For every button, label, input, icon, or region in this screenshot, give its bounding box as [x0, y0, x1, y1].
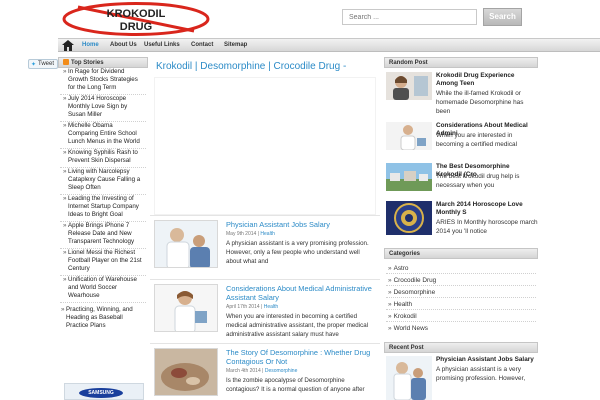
divider: [386, 297, 536, 298]
recent-post-item[interactable]: Physician Assistant Jobs Salary A physic…: [386, 356, 538, 400]
left-sidebar: Top Stories In Rage for Dividend Growth …: [58, 57, 148, 400]
category-link-krokodil[interactable]: Krokodil: [388, 313, 417, 320]
divider: [386, 285, 536, 286]
random-post-excerpt: While the ill-famed Krokodil or homemade…: [436, 90, 524, 115]
post-meta: May 9th 2014 | Health: [226, 231, 275, 237]
recent-post-header: Recent Post: [384, 342, 538, 353]
divider: [386, 309, 536, 310]
top-story-link[interactable]: Apple Brings iPhone 7 Release Date and N…: [60, 222, 146, 249]
post-thumbnail[interactable]: [154, 284, 218, 332]
category-link-crocodile-drug[interactable]: Crocodile Drug: [388, 277, 437, 284]
categories-header: Categories: [384, 248, 538, 259]
recent-post-excerpt: A physician assistant is a very promisin…: [436, 366, 526, 382]
post-date: April 17th 2014: [226, 304, 260, 310]
search-button[interactable]: Search: [483, 8, 522, 26]
random-post-item[interactable]: The Best Desomorphine Krokodil (Cro The …: [386, 163, 538, 199]
post-thumbnail[interactable]: [154, 348, 218, 396]
post-category-link[interactable]: Desomorphine: [265, 368, 298, 374]
logo-text-bottom: DRUG: [120, 21, 152, 33]
post-category-link[interactable]: Health: [264, 304, 278, 310]
main-content: Krokodil | Desomorphine | Crocodile Drug…: [150, 57, 380, 400]
recent-post-thumbnail[interactable]: [386, 356, 432, 400]
category-link-astro[interactable]: Astro: [388, 265, 409, 272]
post-meta: April 17th 2014 | Health: [226, 304, 279, 310]
random-post-thumbnail[interactable]: [386, 122, 432, 150]
home-icon[interactable]: [62, 40, 74, 51]
top-story-link[interactable]: Michelle Obama Comparing Entire School L…: [60, 122, 146, 149]
tweet-button[interactable]: ✦ Tweet: [28, 59, 58, 69]
post-card: The Story Of Desomorphine : Whether Drug…: [150, 343, 380, 400]
top-story-link[interactable]: Leading the Investing of Internet Startu…: [60, 195, 146, 222]
random-post-thumbnail[interactable]: [386, 163, 432, 191]
nav-item-home[interactable]: Home: [82, 39, 99, 52]
post-excerpt: When you are interested in becoming a ce…: [226, 313, 369, 338]
random-post-item[interactable]: March 2014 Horoscope Love Monthly S ARIE…: [386, 201, 538, 243]
nav-item-sitemap[interactable]: Sitemap: [224, 39, 247, 52]
post-title-link[interactable]: The Story Of Desomorphine : Whether Drug…: [226, 348, 376, 366]
logo-text-top: KROKODIL: [107, 8, 166, 20]
divider: [386, 321, 536, 322]
top-stories-header: Top Stories: [58, 57, 148, 68]
post-card: Considerations About Medical Administrat…: [150, 279, 380, 339]
random-post-header: Random Post: [384, 57, 538, 68]
tweet-label: Tweet: [38, 61, 55, 67]
random-post-excerpt: The best krokodil drug help is necessary…: [436, 173, 520, 189]
random-post-excerpt: When you are interested in becoming a ce…: [436, 132, 517, 148]
twitter-bird-icon: ✦: [31, 62, 37, 68]
top-story-link[interactable]: Lionel Messi the Richest Football Player…: [60, 249, 146, 276]
category-link-desomorphine[interactable]: Desomorphine: [388, 289, 436, 296]
search-input[interactable]: [342, 9, 477, 25]
top-story-link[interactable]: Practicing, Winning, and Heading as Base…: [58, 306, 148, 330]
post-title-link[interactable]: Considerations About Medical Administrat…: [226, 284, 376, 302]
top-story-link[interactable]: In Rage for Dividend Growth Stocks Strat…: [60, 68, 146, 95]
post-date: March 4th 2014: [226, 368, 261, 374]
top-story-link[interactable]: July 2014 Horoscope Monthly Love Sign by…: [60, 95, 146, 122]
random-post-item[interactable]: Krokodil Drug Experience Among Teen Whil…: [386, 72, 538, 115]
top-stories-title: Top Stories: [71, 60, 104, 66]
samsung-ad[interactable]: SAMSUNG: [64, 383, 144, 400]
post-date: May 9th 2014: [226, 231, 257, 237]
top-story-link[interactable]: Living with Narcolepsy Cataplexy Cause F…: [60, 168, 146, 195]
post-thumbnail[interactable]: [154, 220, 218, 268]
site-header: KROKODIL DRUG Search: [0, 0, 600, 38]
main-nav: Home About Us Useful Links Contact Sitem…: [58, 38, 600, 52]
rss-icon: [63, 59, 69, 65]
nav-item-contact[interactable]: Contact: [191, 39, 213, 52]
top-story-link[interactable]: Knowing Syphilis Rash to Prevent Skin Di…: [60, 149, 146, 168]
random-post-title[interactable]: Krokodil Drug Experience Among Teen: [436, 72, 536, 88]
nav-item-useful-links[interactable]: Useful Links: [144, 39, 180, 52]
post-card: Physician Assistant Jobs Salary May 9th …: [150, 215, 380, 275]
nav-item-about-us[interactable]: About Us: [110, 39, 137, 52]
divider: [386, 273, 536, 274]
right-sidebar: Random Post Krokodil Drug Experience Amo…: [384, 57, 538, 400]
category-link-world-news[interactable]: World News: [388, 325, 428, 332]
ad-space: [154, 77, 376, 215]
random-post-excerpt: ARIES In Monthly horoscope march 2014 yo…: [436, 219, 538, 235]
page-title: Krokodil | Desomorphine | Crocodile Drug…: [156, 61, 347, 72]
post-excerpt: Is the zombie apocalypse of Desomorphine…: [226, 377, 365, 393]
top-story-link[interactable]: Unification of Warehouse and World Socce…: [60, 276, 146, 303]
post-category-link[interactable]: Health: [260, 231, 274, 237]
post-title-link[interactable]: Physician Assistant Jobs Salary: [226, 220, 376, 229]
recent-post-title[interactable]: Physician Assistant Jobs Salary: [436, 356, 536, 364]
random-post-thumbnail[interactable]: [386, 201, 432, 235]
category-link-health[interactable]: Health: [388, 301, 412, 308]
samsung-logo: SAMSUNG: [79, 388, 123, 398]
post-meta: March 4th 2014 | Desomorphine: [226, 368, 298, 374]
site-logo[interactable]: KROKODIL DRUG: [62, 2, 210, 36]
random-post-title[interactable]: March 2014 Horoscope Love Monthly S: [436, 201, 536, 217]
post-excerpt: A physician assistant is a very promisin…: [226, 240, 369, 265]
random-post-item[interactable]: Considerations About Medical Admini When…: [386, 122, 538, 158]
